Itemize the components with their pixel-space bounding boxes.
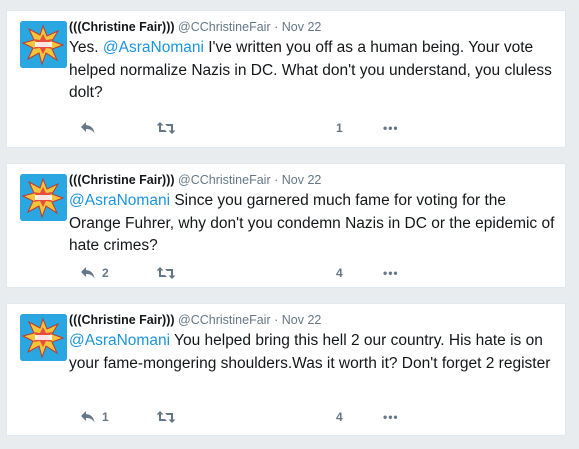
reply-button[interactable]: 1 [80,408,109,426]
tweet-text: @AsraNomani Since you garnered much fame… [69,190,555,258]
mention-link[interactable]: @AsraNomani [69,192,170,209]
mention-link[interactable]: @AsraNomani [69,332,170,349]
avatar-comic-burst-icon [20,21,67,68]
more-icon: ••• [383,266,399,280]
like-button[interactable]: 4 [336,264,343,282]
separator: · [274,20,279,34]
tweet-header: (((Christine Fair))) @CChristineFair · N… [69,19,555,36]
reply-count: 1 [102,410,109,424]
retweet-icon [156,267,176,279]
tweet-header: (((Christine Fair))) @CChristineFair · N… [69,172,555,189]
tweet-header: (((Christine Fair))) @CChristineFair · N… [69,312,555,329]
avatar[interactable] [20,21,67,68]
author-handle[interactable]: @CChristineFair [178,173,271,187]
like-button[interactable]: 1 [336,119,343,137]
tweet-text: Yes. @AsraNomani I've written you off as… [69,37,555,105]
retweet-button[interactable] [156,119,182,137]
more-button[interactable]: ••• [383,119,399,137]
tweet-date[interactable]: Nov 22 [282,20,322,34]
retweet-button[interactable] [156,264,182,282]
like-button[interactable]: 4 [336,408,343,426]
reply-icon [81,267,95,279]
reply-button[interactable]: 2 [80,264,109,282]
more-icon: ••• [383,410,399,424]
retweet-icon [156,122,176,134]
tweet-text: @AsraNomani You helped bring this hell 2… [69,330,555,375]
more-button[interactable]: ••• [383,264,399,282]
tweet-card: (((Christine Fair))) @CChristineFair · N… [6,10,566,148]
more-button[interactable]: ••• [383,408,399,426]
tweet-card: (((Christine Fair))) @CChristineFair · N… [6,303,566,436]
avatar[interactable] [20,314,67,361]
like-count: 4 [336,410,343,424]
like-count: 1 [336,121,343,135]
reply-icon [81,122,95,134]
like-count: 4 [336,266,343,280]
avatar-comic-burst-icon [20,314,67,361]
author-name[interactable]: (((Christine Fair))) [69,313,175,327]
author-name[interactable]: (((Christine Fair))) [69,173,175,187]
separator: · [274,173,279,187]
tweet-card: (((Christine Fair))) @CChristineFair · N… [6,163,566,288]
reply-count: 2 [102,266,109,280]
tweet-actions: 1 4 ••• [69,408,409,426]
more-icon: ••• [383,121,399,135]
tweet-text-before: Yes. [69,39,103,56]
retweet-button[interactable] [156,408,182,426]
separator: · [274,313,279,327]
reply-icon [81,411,95,423]
mention-link[interactable]: @AsraNomani [103,39,204,56]
tweet-actions: 2 4 ••• [69,264,409,282]
tweet-date[interactable]: Nov 22 [282,173,322,187]
author-handle[interactable]: @CChristineFair [178,313,271,327]
tweet-date[interactable]: Nov 22 [282,313,322,327]
author-handle[interactable]: @CChristineFair [178,20,271,34]
avatar[interactable] [20,174,67,221]
author-name[interactable]: (((Christine Fair))) [69,20,175,34]
retweet-icon [156,411,176,423]
reply-button[interactable] [80,119,102,137]
tweet-actions: 1 ••• [69,119,409,137]
avatar-comic-burst-icon [20,174,67,221]
